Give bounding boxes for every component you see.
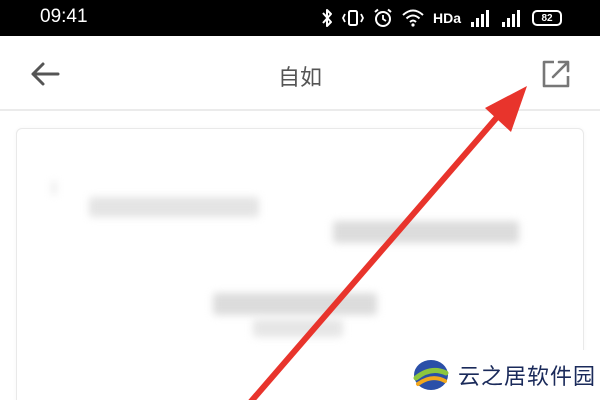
watermark: 云之居软件园 bbox=[400, 350, 600, 400]
status-bar: 09:41 HDa 82 bbox=[0, 0, 600, 36]
title-bar: 自如 bbox=[0, 36, 600, 110]
share-external-icon bbox=[542, 60, 570, 88]
status-time: 09:41 bbox=[40, 6, 88, 27]
blurred-content bbox=[333, 221, 519, 243]
signal-strength-icon bbox=[471, 10, 489, 27]
bluetooth-icon bbox=[322, 9, 332, 27]
battery-level: 82 bbox=[541, 12, 553, 24]
network-type-label: HDa bbox=[432, 10, 461, 26]
battery-indicator: 82 bbox=[532, 10, 562, 26]
blurred-content bbox=[89, 197, 259, 217]
status-icons: HDa 82 bbox=[321, 7, 562, 29]
blurred-content bbox=[53, 181, 55, 195]
alarm-icon bbox=[374, 8, 392, 27]
watermark-text: 云之居软件园 bbox=[458, 365, 597, 390]
blurred-content bbox=[213, 293, 377, 315]
signal-strength-icon-2 bbox=[502, 10, 520, 27]
header-divider bbox=[0, 109, 600, 111]
page-title: 自如 bbox=[277, 66, 322, 91]
watermark-logo-icon bbox=[413, 360, 449, 390]
blurred-content bbox=[253, 319, 343, 337]
share-button[interactable] bbox=[538, 56, 574, 92]
vibrate-icon bbox=[341, 10, 364, 26]
wifi-icon bbox=[402, 9, 424, 27]
